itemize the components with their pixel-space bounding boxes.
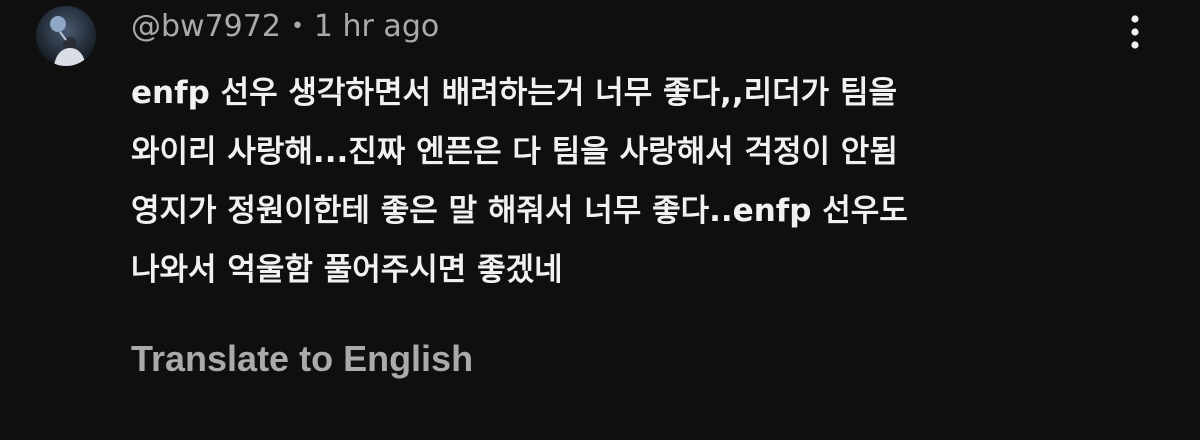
comment-text: enfp 선우 생각하면서 배려하는거 너무 좋다,,리더가 팀을 와이리 사랑… — [131, 64, 1171, 300]
comment-text-line: 나와서 억울함 풀어주시면 좋겠네 — [131, 252, 563, 288]
separator: • — [290, 13, 304, 39]
comment-text-line: 영지가 정원이한테 좋은 말 해줘서 너무 좋다..enfp 선우도 — [131, 193, 908, 229]
comment-header: @bw7972 • 1 hr ago — [131, 4, 439, 48]
translate-link[interactable]: Translate to English — [131, 338, 473, 380]
more-vertical-icon — [1131, 15, 1139, 49]
author-name[interactable]: @bw7972 — [131, 9, 281, 44]
avatar[interactable] — [36, 6, 96, 66]
timestamp[interactable]: 1 hr ago — [314, 9, 439, 44]
comment-text-line: enfp 선우 생각하면서 배려하는거 너무 좋다,,리더가 팀을 — [131, 75, 897, 111]
comment-text-line: 와이리 사랑해...진짜 엔픈은 다 팀을 사랑해서 걱정이 안됨 — [131, 134, 898, 170]
comment-card: @bw7972 • 1 hr ago enfp 선우 생각하면서 배려하는거 너… — [0, 0, 1200, 440]
user-avatar-icon — [36, 6, 96, 66]
more-options-button[interactable] — [1120, 12, 1150, 52]
